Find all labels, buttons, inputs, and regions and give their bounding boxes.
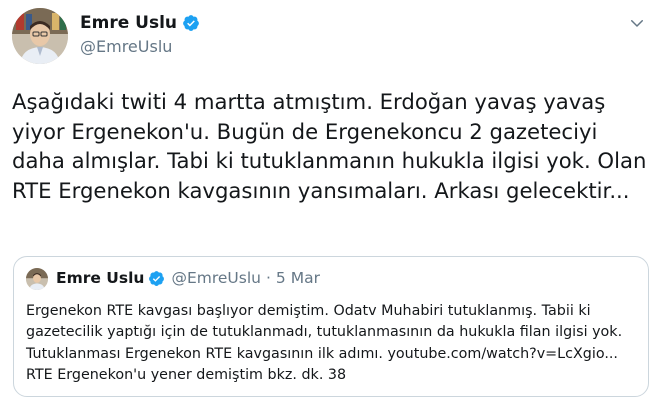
quoted-text-line: Tutuklanması Ergenekon RTE kavgasının il…	[26, 345, 618, 362]
quoted-text-line: gazetecilik yaptığı için de tutuklanmadı…	[26, 324, 623, 341]
author-name-row[interactable]: Emre Uslu	[80, 13, 200, 33]
quoted-tweet-text: Ergenekon RTE kavgası başlıyor demiştim.…	[26, 301, 646, 386]
quoted-author-handle: @EmreUslu	[171, 269, 261, 287]
quoted-text-line: Ergenekon RTE kavgası başlıyor demiştim.…	[26, 303, 591, 319]
header-separator: ·	[265, 269, 271, 287]
tweet-text: Aşağıdaki twiti 4 martta atmıştım. Erdoğ…	[12, 89, 647, 203]
quoted-author-avatar	[26, 268, 48, 290]
verified-badge-icon	[148, 270, 165, 287]
user-avatar-icon	[26, 268, 48, 290]
quoted-author-name: Emre Uslu	[56, 269, 145, 287]
quoted-tweet[interactable]: Emre Uslu @EmreUslu · 5 Mar Ergenekon RT…	[13, 256, 649, 397]
author-handle[interactable]: @EmreUslu	[80, 37, 172, 56]
verified-badge-icon	[182, 14, 200, 32]
author-avatar[interactable]	[12, 8, 68, 64]
quoted-tweet-date: 5 Mar	[275, 269, 320, 287]
tweet-card: Emre Uslu @EmreUslu Aşağıdaki twiti 4 ma…	[0, 0, 660, 407]
chevron-down-icon[interactable]	[628, 14, 646, 32]
quoted-tweet-header: Emre Uslu @EmreUslu · 5 Mar	[56, 269, 320, 287]
quoted-text-line: RTE Ergenekon'u yener demiştim bkz. dk. …	[26, 366, 347, 383]
author-display-name[interactable]: Emre Uslu	[80, 13, 177, 33]
user-avatar-icon	[12, 8, 68, 64]
